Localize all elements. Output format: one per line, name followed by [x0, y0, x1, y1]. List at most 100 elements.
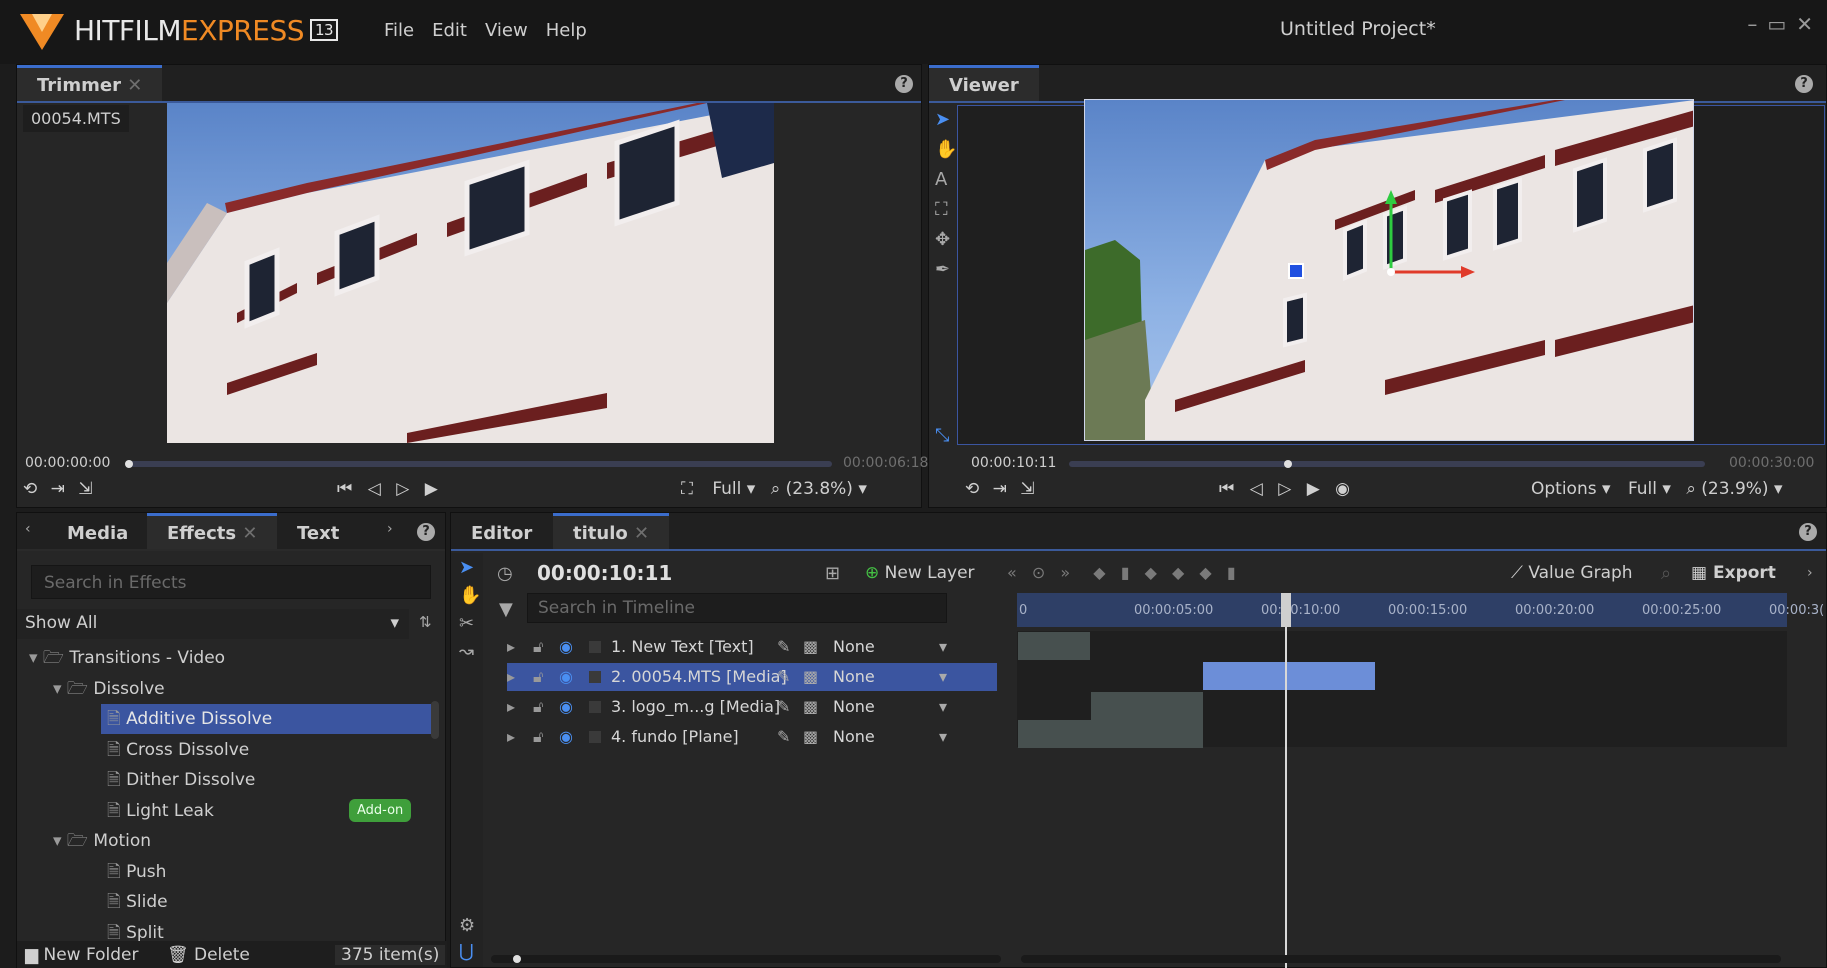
tab-media[interactable]: Media	[47, 513, 148, 549]
viewer-scrubber[interactable]	[1069, 461, 1705, 467]
mask-icon[interactable]: ▩	[803, 633, 818, 661]
pen-icon[interactable]: ✎	[777, 723, 790, 751]
zoom-dropdown-icon[interactable]: ▾	[858, 479, 867, 499]
settings-icon[interactable]: ⚙	[459, 915, 475, 936]
tree-folder[interactable]: ▾ 🗁 Transitions - Video	[23, 643, 233, 673]
delete-button[interactable]: 🗑 Delete	[167, 945, 250, 965]
zoom-dropdown-icon[interactable]: ▾	[1774, 479, 1783, 499]
step-back-icon[interactable]: ◁	[368, 479, 381, 499]
lock-icon[interactable]: 🔓︎	[533, 693, 543, 721]
close-tab-icon[interactable]: ✕	[242, 523, 257, 544]
lock-icon[interactable]: 🔓︎	[533, 663, 543, 691]
add-keyframe-icon[interactable]: ⊙	[1032, 563, 1045, 582]
viewer-playhead[interactable]	[1283, 460, 1292, 468]
value-graph-button[interactable]: ⟋ Value Graph	[1511, 563, 1633, 583]
help-icon[interactable]: ?	[1799, 523, 1817, 541]
color-swatch[interactable]	[589, 641, 601, 653]
expand-layer-icon[interactable]: ▸	[507, 723, 515, 751]
tree-folder[interactable]: ▾ 🗁 Motion	[47, 826, 159, 856]
pen-icon[interactable]: ✎	[777, 693, 790, 721]
layer-scrollbar[interactable]	[491, 955, 1001, 963]
insert-icon[interactable]: ⇥	[993, 479, 1007, 499]
blend-mode-dropdown[interactable]: None	[833, 693, 875, 721]
resize-corner-icon[interactable]: ⤡	[935, 425, 949, 446]
zoom-icon[interactable]: ⌕	[771, 479, 781, 499]
menu-view[interactable]: View	[485, 20, 528, 41]
quality-dropdown[interactable]: Full ▾	[712, 479, 755, 499]
timeline-playhead[interactable]	[1285, 593, 1287, 968]
add-track-icon[interactable]: ⊞	[825, 563, 840, 584]
overlay-icon[interactable]: ⇲	[1020, 479, 1034, 499]
close-tab-icon[interactable]: ✕	[127, 75, 142, 96]
select-tool-icon[interactable]: ➤	[935, 109, 950, 130]
loop-icon[interactable]: ⟲	[965, 479, 979, 499]
play-icon[interactable]: ▶	[425, 479, 438, 499]
layer-row[interactable]: ▸ 🔓︎ ◉ 3. logo_m...g [Media] ✎ ▩ None ▾	[507, 693, 997, 721]
step-forward-icon[interactable]: ▷	[1278, 479, 1291, 499]
visibility-eye-icon[interactable]: ◉	[559, 663, 573, 691]
track-scrollbar[interactable]	[1021, 955, 1781, 963]
layer-row[interactable]: ▸ 🔓︎ ◉ 2. 00054.MTS [Media] ✎ ▩ None ▾	[507, 663, 997, 691]
mask-icon[interactable]: ▩	[803, 723, 818, 751]
tab-trimmer[interactable]: Trimmer ✕	[17, 65, 163, 101]
maximize-icon[interactable]: ▭	[1767, 12, 1786, 36]
filter-icon[interactable]: ▼	[499, 599, 513, 620]
dropdown-arrow-icon[interactable]: ▾	[939, 663, 947, 691]
zoom-icon[interactable]: ⌕	[1686, 479, 1696, 499]
tab-viewer[interactable]: Viewer	[929, 65, 1039, 101]
effects-filter-dropdown[interactable]: Show All ▾	[17, 609, 409, 639]
mask-icon[interactable]: ▩	[803, 663, 818, 691]
clip-fundo[interactable]	[1018, 720, 1203, 748]
visibility-eye-icon[interactable]: ◉	[559, 633, 573, 661]
help-icon[interactable]: ?	[417, 523, 435, 541]
expand-icon[interactable]: ›	[1807, 565, 1813, 581]
trimmer-scrubber[interactable]	[127, 461, 832, 467]
expand-layer-icon[interactable]: ▸	[507, 663, 515, 691]
clip-00054-mts[interactable]	[1203, 662, 1375, 690]
new-folder-button[interactable]: ▆ New Folder	[25, 945, 139, 965]
zoom-value[interactable]: (23.9%)	[1701, 479, 1768, 499]
visibility-eye-icon[interactable]: ◉	[559, 723, 573, 751]
close-icon[interactable]: ✕	[1796, 12, 1813, 36]
crop-tool-icon[interactable]: ⛶	[935, 199, 948, 220]
keyframe-hold-icon[interactable]: ▮	[1121, 563, 1130, 582]
record-icon[interactable]: ◉	[1335, 479, 1350, 499]
help-icon[interactable]: ?	[895, 75, 913, 93]
dropdown-arrow-icon[interactable]: ▾	[939, 693, 947, 721]
menu-edit[interactable]: Edit	[432, 20, 467, 41]
timeline-search-input[interactable]: Search in Timeline	[527, 593, 947, 623]
pen-tool-icon[interactable]: ✒	[935, 259, 950, 280]
clip-logo[interactable]	[1091, 692, 1203, 720]
close-tab-icon[interactable]: ✕	[634, 523, 649, 544]
magnet-icon[interactable]: ⋃	[459, 941, 474, 962]
blend-mode-dropdown[interactable]: None	[833, 663, 875, 691]
overlay-icon[interactable]: ⇲	[78, 479, 92, 499]
tab-effects[interactable]: Effects ✕	[147, 513, 278, 549]
tree-item[interactable]: 🗎 Cross Dissolve	[101, 735, 257, 765]
color-swatch[interactable]	[589, 671, 601, 683]
dropdown-arrow-icon[interactable]: ▾	[939, 723, 947, 751]
move-tool-icon[interactable]: ✥	[935, 229, 950, 250]
next-keyframe-icon[interactable]: »	[1060, 563, 1070, 582]
tab-editor[interactable]: Editor	[451, 513, 552, 549]
select-tool-icon[interactable]: ➤	[459, 557, 474, 578]
options-dropdown[interactable]: Options ▾	[1531, 479, 1611, 499]
keyframe-manual-icon[interactable]: ▮	[1227, 563, 1236, 582]
insert-icon[interactable]: ⇥	[51, 479, 65, 499]
skip-start-icon[interactable]: ⏮	[337, 479, 352, 499]
tree-item[interactable]: 🗎 Dither Dissolve	[101, 765, 263, 795]
keyframe-linear-icon[interactable]: ◆	[1093, 563, 1105, 582]
pen-icon[interactable]: ✎	[777, 663, 790, 691]
tab-titulo[interactable]: titulo ✕	[553, 513, 670, 549]
timeline-timecode[interactable]: 00:00:10:11	[537, 561, 672, 585]
tree-item[interactable]: 🗎 Additive Dissolve	[101, 704, 431, 734]
effects-search-input[interactable]: Search in Effects	[31, 565, 431, 599]
text-tool-icon[interactable]: A	[935, 169, 947, 190]
lock-icon[interactable]: 🔓︎	[533, 723, 543, 751]
step-back-icon[interactable]: ◁	[1250, 479, 1263, 499]
zoom-value[interactable]: (23.8%)	[786, 479, 853, 499]
slip-tool-icon[interactable]: ↝	[459, 641, 474, 662]
tab-text[interactable]: Text	[277, 513, 359, 549]
tree-item[interactable]: 🗎 Slide	[101, 887, 176, 917]
zoom-timeline-icon[interactable]: ⌕	[1661, 563, 1671, 584]
